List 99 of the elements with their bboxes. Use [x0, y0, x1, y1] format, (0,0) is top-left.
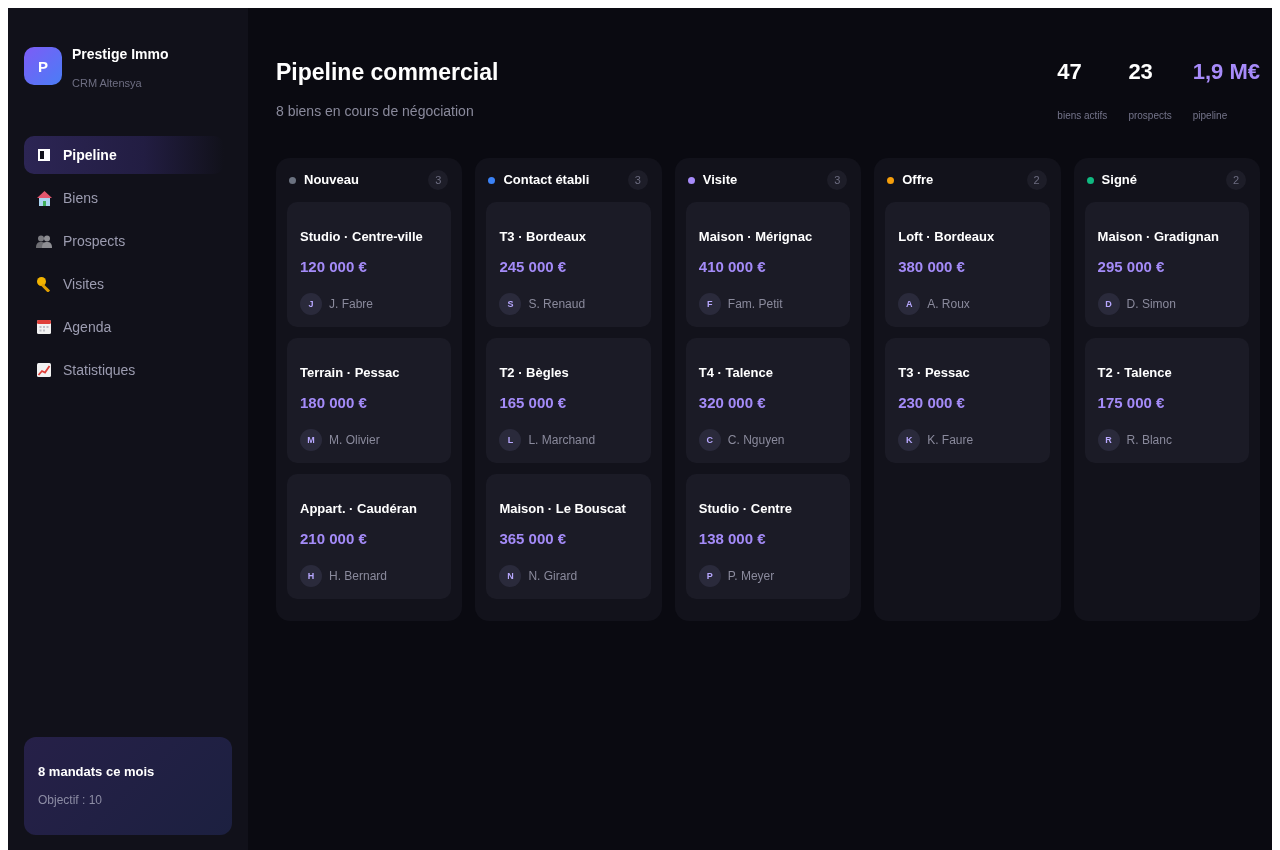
- property-card[interactable]: T2 · Bègles 165 000 € L L. Marchand: [486, 338, 651, 463]
- column-count: 2: [1026, 170, 1047, 190]
- contact-name: N. Girard: [528, 568, 578, 584]
- contact-name: H. Bernard: [329, 568, 388, 584]
- nav-item[interactable]: Visites: [24, 265, 224, 303]
- column-title: Nouveau: [304, 172, 359, 188]
- property-title: Maison · Gradignan: [1097, 228, 1220, 245]
- stat-label: pipeline: [1192, 110, 1229, 122]
- property-title: Maison · Le Bouscat: [499, 500, 627, 517]
- calendar-icon: [37, 320, 51, 334]
- property-price: 138 000 €: [698, 530, 767, 548]
- property-title: Studio · Centre-ville: [300, 228, 424, 245]
- column-title: Signé: [1101, 172, 1137, 188]
- property-card[interactable]: Appart. · Caudéran 210 000 € H H. Bernard: [287, 474, 452, 599]
- column-count: 2: [1226, 170, 1246, 190]
- property-card[interactable]: Loft · Bordeaux 380 000 € A A. Roux: [885, 202, 1050, 327]
- goal-title: 8 mandats ce mois: [38, 764, 156, 780]
- stat-value: 1,9 M€: [1192, 58, 1260, 86]
- nav-item[interactable]: Agenda: [24, 308, 224, 346]
- property-title: Studio · Centre: [698, 500, 793, 517]
- contact-name: L. Marchand: [528, 432, 596, 448]
- property-price: 175 000 €: [1097, 394, 1166, 412]
- contact-avatar: J: [300, 293, 322, 315]
- property-price: 210 000 €: [300, 530, 368, 548]
- contact-avatar: K: [898, 429, 921, 451]
- column-count: 3: [627, 170, 648, 190]
- brand-subtitle: CRM Altensya: [72, 77, 143, 90]
- column-count: 3: [827, 170, 848, 190]
- property-price: 365 000 €: [499, 530, 568, 548]
- property-price: 180 000 €: [300, 394, 368, 412]
- stat-value: 23: [1128, 58, 1154, 86]
- page-title: Pipeline commercial: [276, 58, 499, 86]
- property-title: Maison · Mérignac: [698, 228, 814, 245]
- contact-avatar: H: [300, 565, 322, 587]
- brand-name: Prestige Immo: [72, 46, 169, 63]
- page-subtitle: 8 biens en cours de négociation: [276, 102, 475, 120]
- nav-item[interactable]: Prospects: [24, 222, 224, 260]
- column-title: Visite: [702, 172, 738, 188]
- property-card[interactable]: T4 · Talence 320 000 € C C. Nguyen: [685, 338, 851, 463]
- contact-name: M. Olivier: [329, 432, 380, 448]
- contact-avatar: D: [1097, 293, 1120, 315]
- nav-item[interactable]: Statistiques: [24, 351, 224, 389]
- contact-name: C. Nguyen: [727, 432, 785, 448]
- contact-name: P. Meyer: [727, 568, 775, 584]
- property-price: 230 000 €: [898, 394, 966, 412]
- property-price: 410 000 €: [698, 258, 767, 276]
- contact-name: R. Blanc: [1126, 432, 1172, 448]
- goal-text: Objectif : 10: [38, 793, 104, 808]
- contact-avatar: R: [1097, 429, 1120, 451]
- contact-name: J. Fabre: [329, 296, 373, 312]
- property-title: Appart. · Caudéran: [300, 500, 418, 517]
- house-icon: [36, 190, 52, 206]
- property-price: 320 000 €: [698, 394, 767, 412]
- property-card[interactable]: Maison · Mérignac 410 000 € F Fam. Petit: [685, 202, 851, 327]
- property-price: 165 000 €: [499, 394, 568, 412]
- column-title: Contact établi: [503, 172, 590, 188]
- property-card[interactable]: Maison · Gradignan 295 000 € D D. Simon: [1084, 202, 1249, 327]
- contact-avatar: F: [698, 293, 721, 315]
- brand-logo: P: [24, 47, 62, 85]
- contact-name: K. Faure: [927, 432, 974, 448]
- property-price: 245 000 €: [499, 258, 568, 276]
- contact-avatar: C: [698, 429, 721, 451]
- contact-avatar: A: [898, 293, 921, 315]
- property-title: T2 · Talence: [1097, 364, 1173, 381]
- property-title: T2 · Bègles: [499, 364, 570, 381]
- split-square-icon: [38, 149, 50, 161]
- property-title: Loft · Bordeaux: [898, 228, 996, 245]
- property-price: 380 000 €: [898, 258, 966, 276]
- people-icon: [36, 234, 52, 248]
- contact-name: D. Simon: [1126, 296, 1176, 312]
- property-card[interactable]: Studio · Centre-ville 120 000 € J J. Fabre: [287, 202, 452, 327]
- property-title: T3 · Pessac: [898, 364, 971, 381]
- property-price: 295 000 €: [1097, 258, 1166, 276]
- contact-avatar: P: [698, 565, 721, 587]
- contact-name: A. Roux: [927, 296, 970, 312]
- key-icon: [36, 276, 52, 292]
- property-price: 120 000 €: [300, 258, 368, 276]
- column-title: Offre: [902, 172, 934, 188]
- contact-name: S. Renaud: [528, 296, 586, 312]
- property-card[interactable]: T3 · Pessac 230 000 € K K. Faure: [885, 338, 1050, 463]
- stat-label: prospects: [1128, 110, 1172, 122]
- contact-avatar: S: [499, 293, 522, 315]
- contact-name: Fam. Petit: [727, 296, 783, 312]
- contact-avatar: L: [499, 429, 522, 451]
- column-count: 3: [428, 170, 449, 190]
- property-title: T4 · Talence: [698, 364, 774, 381]
- property-title: T3 · Bordeaux: [499, 228, 588, 245]
- property-card[interactable]: Terrain · Pessac 180 000 € M M. Olivier: [287, 338, 452, 463]
- line-chart-icon: [37, 363, 51, 377]
- property-title: Terrain · Pessac: [300, 364, 401, 381]
- property-card[interactable]: Maison · Le Bouscat 365 000 € N N. Girard: [486, 474, 651, 599]
- stat-value: 47: [1057, 58, 1083, 86]
- nav-item[interactable]: Biens: [24, 179, 224, 217]
- property-card[interactable]: Studio · Centre 138 000 € P P. Meyer: [685, 474, 851, 599]
- property-card[interactable]: T3 · Bordeaux 245 000 € S S. Renaud: [486, 202, 651, 327]
- contact-avatar: M: [300, 429, 322, 451]
- property-card[interactable]: T2 · Talence 175 000 € R R. Blanc: [1084, 338, 1249, 463]
- contact-avatar: N: [499, 565, 522, 587]
- stat-label: biens actifs: [1057, 110, 1108, 122]
